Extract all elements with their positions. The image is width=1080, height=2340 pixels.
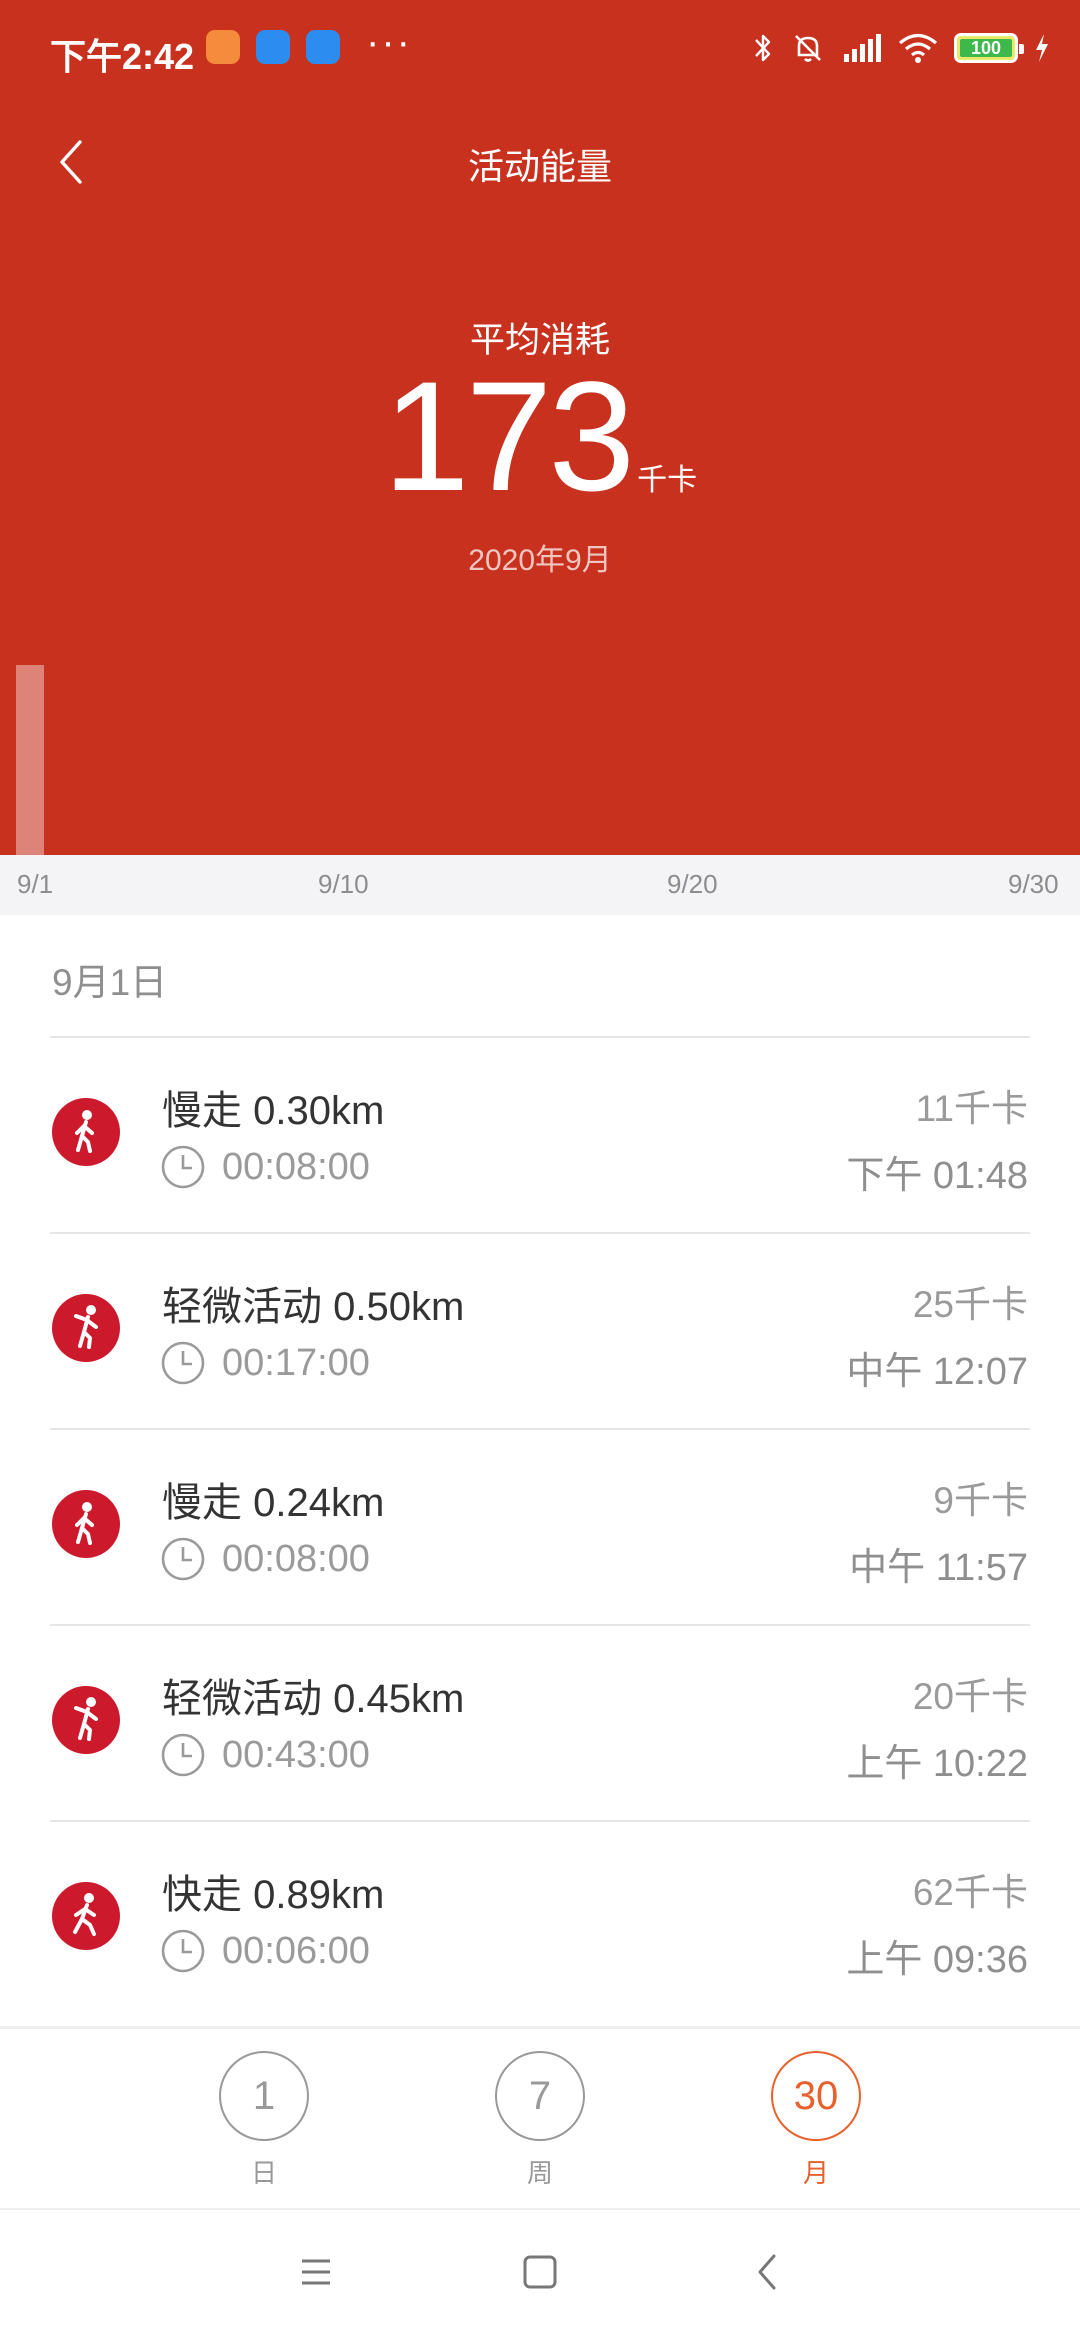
activity-title: 快走 0.89km bbox=[162, 1873, 385, 1917]
activity-title: 轻微活动 0.50km bbox=[162, 1285, 465, 1329]
axis-tick: 9/10 bbox=[318, 869, 369, 899]
period-week-label: 周 bbox=[526, 2158, 553, 2188]
clock-icon bbox=[161, 1537, 205, 1581]
bluetooth-icon bbox=[755, 34, 771, 62]
activity-duration-group: 00:08:00 bbox=[160, 1534, 370, 1584]
activity-row[interactable]: 慢走 0.30km 00:08:00 11千卡 下午 01:48 bbox=[0, 1038, 1080, 1234]
home-icon[interactable] bbox=[512, 2244, 568, 2300]
axis-tick: 9/1 bbox=[17, 869, 54, 899]
period-month-number: 30 bbox=[771, 2051, 861, 2141]
average-value: 173 bbox=[382, 350, 635, 524]
activity-duration: 00:17:00 bbox=[222, 1341, 370, 1384]
nav-bar: 活动能量 bbox=[0, 110, 1080, 210]
more-notifications-icon: ··· bbox=[366, 20, 412, 64]
activity-duration: 00:06:00 bbox=[222, 1929, 370, 1972]
walk-icon bbox=[52, 1490, 120, 1558]
menu-icon[interactable] bbox=[288, 2244, 344, 2300]
activity-row[interactable]: 快走 0.89km 00:06:00 62千卡 上午 09:36 bbox=[0, 1822, 1080, 2018]
activity-row[interactable]: 轻微活动 0.50km 00:17:00 25千卡 中午 12:07 bbox=[0, 1234, 1080, 1430]
activity-duration-group: 00:06:00 bbox=[160, 1926, 370, 1976]
hero-panel: 下午2:42 ··· 100 活动能量 平均消耗 173 千卡 2020年9月 bbox=[0, 0, 1080, 855]
activity-duration-group: 00:17:00 bbox=[160, 1338, 370, 1388]
clock-icon bbox=[161, 1145, 205, 1189]
list-date-header: 9月1日 bbox=[52, 962, 168, 1003]
period-month-label: 月 bbox=[802, 2158, 829, 2188]
activity-duration: 00:08:00 bbox=[222, 1145, 370, 1188]
period-month-button[interactable]: 30 月 bbox=[756, 2051, 876, 2190]
activity-calories: 9千卡 bbox=[933, 1480, 1028, 1521]
activity-time: 上午 09:36 bbox=[846, 1939, 1028, 1981]
status-time: 下午2:42 bbox=[50, 36, 195, 77]
activity-calories: 62千卡 bbox=[912, 1872, 1028, 1913]
period-label: 2020年9月 bbox=[468, 544, 612, 577]
notification-message-icon bbox=[306, 30, 340, 64]
status-icons: 100 bbox=[752, 28, 1050, 68]
page-title: 活动能量 bbox=[467, 146, 612, 187]
signal-icon bbox=[844, 34, 881, 62]
period-selector: 1 日 7 周 30 月 bbox=[0, 2026, 1080, 2210]
activity-time: 中午 12:07 bbox=[846, 1351, 1028, 1393]
status-bar: 下午2:42 ··· 100 bbox=[0, 0, 1080, 96]
activity-duration-group: 00:43:00 bbox=[160, 1730, 370, 1780]
battery-icon: 100 bbox=[954, 33, 1024, 63]
back-nav-icon[interactable] bbox=[740, 2244, 796, 2300]
period-day-label: 日 bbox=[250, 2158, 277, 2188]
charging-icon bbox=[1036, 34, 1048, 62]
activity-time: 中午 11:57 bbox=[849, 1547, 1028, 1589]
clock-icon bbox=[161, 1341, 205, 1385]
average-unit: 千卡 bbox=[637, 464, 698, 497]
activity-calories: 20千卡 bbox=[912, 1676, 1028, 1717]
chart-bar-9-1[interactable] bbox=[16, 665, 44, 855]
activity-title: 慢走 0.24km bbox=[162, 1481, 385, 1525]
mute-bell-icon bbox=[795, 35, 821, 62]
activity-title: 轻微活动 0.45km bbox=[162, 1677, 465, 1721]
activity-title: 慢走 0.30km bbox=[162, 1089, 385, 1133]
activity-calories: 25千卡 bbox=[912, 1284, 1028, 1325]
clock-icon bbox=[161, 1929, 205, 1973]
clock-icon bbox=[161, 1733, 205, 1777]
brisk-walk-icon bbox=[52, 1882, 120, 1950]
period-day-number: 1 bbox=[219, 2051, 309, 2141]
period-week-button[interactable]: 7 周 bbox=[480, 2051, 600, 2190]
average-value-row: 173 千卡 bbox=[0, 350, 1080, 524]
activity-duration: 00:43:00 bbox=[222, 1733, 370, 1776]
activity-row[interactable]: 轻微活动 0.45km 00:43:00 20千卡 上午 10:22 bbox=[0, 1626, 1080, 1822]
walk-icon bbox=[52, 1098, 120, 1166]
light-activity-icon bbox=[52, 1686, 120, 1754]
activity-time: 上午 10:22 bbox=[846, 1743, 1028, 1785]
period-day-button[interactable]: 1 日 bbox=[204, 2051, 324, 2190]
activity-calories: 11千卡 bbox=[915, 1088, 1028, 1129]
axis-tick: 9/30 bbox=[1008, 869, 1059, 899]
activity-duration-group: 00:08:00 bbox=[160, 1142, 370, 1192]
notification-message-icon bbox=[256, 30, 290, 64]
chart-x-axis: 9/1 9/10 9/20 9/30 bbox=[0, 855, 1080, 915]
system-navigation-bar bbox=[0, 2210, 1080, 2340]
activity-time: 下午 01:48 bbox=[846, 1155, 1028, 1197]
activity-duration: 00:08:00 bbox=[222, 1537, 370, 1580]
activity-energy-screen: 下午2:42 ··· 100 活动能量 平均消耗 173 千卡 2020年9月 … bbox=[0, 0, 1080, 2340]
light-activity-icon bbox=[52, 1294, 120, 1362]
battery-level: 100 bbox=[960, 39, 1012, 57]
period-week-number: 7 bbox=[495, 2051, 585, 2141]
axis-tick: 9/20 bbox=[667, 869, 718, 899]
notification-app-icon bbox=[206, 30, 240, 64]
activity-row[interactable]: 慢走 0.24km 00:08:00 9千卡 中午 11:57 bbox=[0, 1430, 1080, 1626]
wifi-icon bbox=[898, 33, 938, 63]
